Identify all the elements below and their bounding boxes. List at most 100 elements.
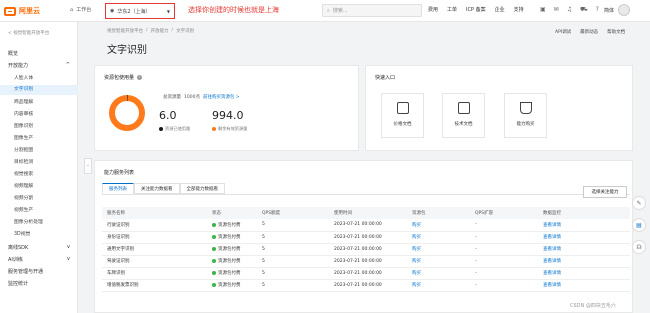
tab-followed-data[interactable]: 关注能力数据看	[134, 183, 180, 194]
home-icon: ⌂	[70, 6, 74, 13]
buy-ability-entry[interactable]: 能力购买	[504, 93, 547, 138]
tech-doc-entry[interactable]: 技术文档	[442, 93, 485, 138]
sidebar-item-video-production[interactable]: 视频生产	[14, 206, 33, 213]
view-details-link[interactable]: 查看详情	[538, 267, 630, 280]
terminal-icon[interactable]: ▣	[540, 6, 546, 14]
sidebar-item-detection[interactable]: 目标检测	[14, 158, 33, 165]
sidebar-item-audit[interactable]: 内容审核	[14, 110, 33, 117]
sidebar-item-image-production[interactable]: 图像生产	[14, 134, 33, 141]
search-icon: ⌕	[327, 7, 330, 14]
assistant-float-button[interactable]: ▤	[632, 218, 646, 232]
info-icon[interactable]: i	[137, 75, 143, 80]
qps-cell: 5	[257, 267, 329, 280]
sidebar-item-monitor[interactable]: 监控统计	[8, 280, 28, 287]
buy-package-link[interactable]: 购买	[407, 267, 470, 280]
chevron-left-icon: ‹	[87, 163, 89, 169]
time-cell: 2023-07-21 00:00:00	[329, 279, 407, 292]
legend-dot	[212, 127, 216, 131]
nav-fee[interactable]: 费用	[428, 6, 438, 13]
search-input[interactable]: ⌕ 搜索...	[322, 4, 422, 17]
buy-package-link[interactable]: 购买	[407, 255, 470, 268]
nav-ticket[interactable]: 工单	[447, 6, 457, 13]
watermark: CSDN @四块五毛六	[570, 303, 616, 309]
nav-icp[interactable]: ICP 备案	[466, 6, 486, 13]
news-link[interactable]: 最新动态	[580, 29, 598, 35]
view-details-link[interactable]: 查看详情	[538, 279, 630, 292]
service-name: 行驶证识别	[102, 219, 207, 232]
notification-icon[interactable]: ♫	[567, 6, 572, 14]
resource-usage-card: 资源包使用量 i 总资源量 1000点 前往购买资源包 > 6.0 994.0 …	[94, 65, 359, 151]
price-doc-entry[interactable]: 价格文档	[381, 93, 424, 138]
table-row: 增值税发票识别 资源包付费 5 2023-07-21 00:00:00 购买 - 查看详情	[102, 279, 630, 292]
nav-support[interactable]: 支持	[514, 6, 524, 13]
cart-icon[interactable]: ⛟	[580, 6, 588, 14]
sidebar-item-segmentation[interactable]: 分割抠图	[14, 146, 33, 153]
api-debug-link[interactable]: API调试	[555, 29, 571, 35]
breadcrumb-item[interactable]: 视觉智能开放平台	[107, 28, 143, 34]
sidebar-group-open-ability[interactable]: 开放能力 ^	[8, 62, 70, 69]
sidebar-collapse-button[interactable]: ‹	[84, 158, 92, 174]
brand-logo[interactable]: 阿里云	[4, 5, 40, 17]
sidebar-item-video-understanding[interactable]: 视频理解	[14, 182, 33, 189]
sidebar-item-face[interactable]: 人脸人体	[14, 74, 33, 81]
sidebar-back-link[interactable]: < 视觉智能开放平台	[8, 30, 49, 36]
sidebar-item-3d-vision[interactable]: 3D视觉	[14, 230, 30, 237]
status-text: 资源包付费	[218, 271, 241, 276]
buy-package-link[interactable]: 购买	[407, 219, 470, 232]
breadcrumb-item[interactable]: 开放能力	[151, 28, 169, 34]
tab-service-list[interactable]: 服务列表	[102, 183, 134, 194]
chevron-down-icon: v	[67, 244, 70, 250]
sidebar-item-image-recognition[interactable]: 图像识别	[14, 122, 33, 129]
qps-cell: 5	[257, 255, 329, 268]
status-dot-icon	[212, 247, 216, 251]
view-details-link[interactable]: 查看详情	[538, 231, 630, 244]
column-header: 数据监控	[538, 207, 630, 219]
sidebar-item-service-manage[interactable]: 服务管理与开通	[8, 268, 43, 275]
buy-package-link[interactable]: 购买	[407, 231, 470, 244]
status-badge: 资源包付费	[212, 222, 257, 228]
language-label[interactable]: 简体	[604, 7, 614, 14]
table-row: 通用文字识别 资源包付费 5 2023-07-21 00:00:00 购买 - 查看详情	[102, 243, 630, 256]
status-cell: 资源包付费	[207, 255, 257, 268]
chevron-down-icon: ▼	[166, 8, 170, 14]
workbench-link[interactable]: ⌂ 工作台	[70, 6, 91, 14]
region-selector[interactable]: ◉ 华东2（上海） ▼	[105, 3, 175, 19]
buy-package-link[interactable]: 购买	[407, 243, 470, 256]
sidebar-item-video-segmentation[interactable]: 视频分割	[14, 194, 33, 201]
sidebar-item-offline-sdk[interactable]: 离线SDK v	[8, 244, 70, 251]
annotation-text: 选择你创建的时候也就是上海	[188, 6, 279, 14]
user-menu[interactable]: 简体	[604, 4, 631, 16]
sidebar-item-goods[interactable]: 商品理解	[14, 98, 33, 105]
buy-package-link[interactable]: 购买	[407, 279, 470, 292]
view-details-link[interactable]: 查看详情	[538, 243, 630, 256]
view-details-link[interactable]: 查看详情	[538, 255, 630, 268]
donut-remaining-ring	[109, 95, 145, 131]
message-icon[interactable]: ✉	[554, 6, 559, 14]
service-float-button[interactable]: ☊	[632, 240, 646, 254]
sidebar-item-image-analysis[interactable]: 图像分析处理	[14, 218, 43, 225]
sidebar-item-ai-training[interactable]: AI训练 v	[8, 256, 70, 263]
quick-entry-card: 快速入口 价格文档 技术文档 能力购买	[365, 65, 633, 151]
chevron-up-icon: ^	[65, 62, 70, 68]
avatar[interactable]	[618, 4, 631, 16]
sidebar-item-overview[interactable]: 概览	[8, 50, 18, 57]
edit-float-button[interactable]: ✎	[632, 196, 646, 210]
sidebar-item-label: 离线SDK	[8, 245, 29, 251]
qps-cell: 5	[257, 219, 329, 232]
top-bar: 阿里云 ⌂ 工作台 ◉ 华东2（上海） ▼ 选择你创建的时候也就是上海 ⌕ 搜索…	[0, 0, 650, 22]
help-doc-link[interactable]: 帮助文档	[607, 29, 625, 35]
nav-enterprise[interactable]: 企业	[495, 6, 505, 13]
sidebar-item-visual-search[interactable]: 视觉搜索	[14, 170, 33, 177]
buy-package-link[interactable]: 前往购买资源包 >	[203, 94, 240, 100]
status-cell: 资源包付费	[207, 243, 257, 256]
sidebar-item-ocr[interactable]: 文字识别	[0, 85, 78, 95]
help-icon[interactable]: ?	[596, 6, 599, 14]
service-name: 身份证识别	[102, 231, 207, 244]
qps-cell: 5	[257, 279, 329, 292]
sidebar-group-label: 开放能力	[8, 63, 29, 69]
column-header: QPS额度	[257, 207, 329, 219]
chevron-down-icon: v	[67, 256, 70, 262]
view-details-link[interactable]: 查看详情	[538, 219, 630, 232]
tab-all-data[interactable]: 全部能力数据看	[179, 183, 225, 194]
select-followed-button[interactable]: 选择关注能力	[583, 186, 627, 198]
